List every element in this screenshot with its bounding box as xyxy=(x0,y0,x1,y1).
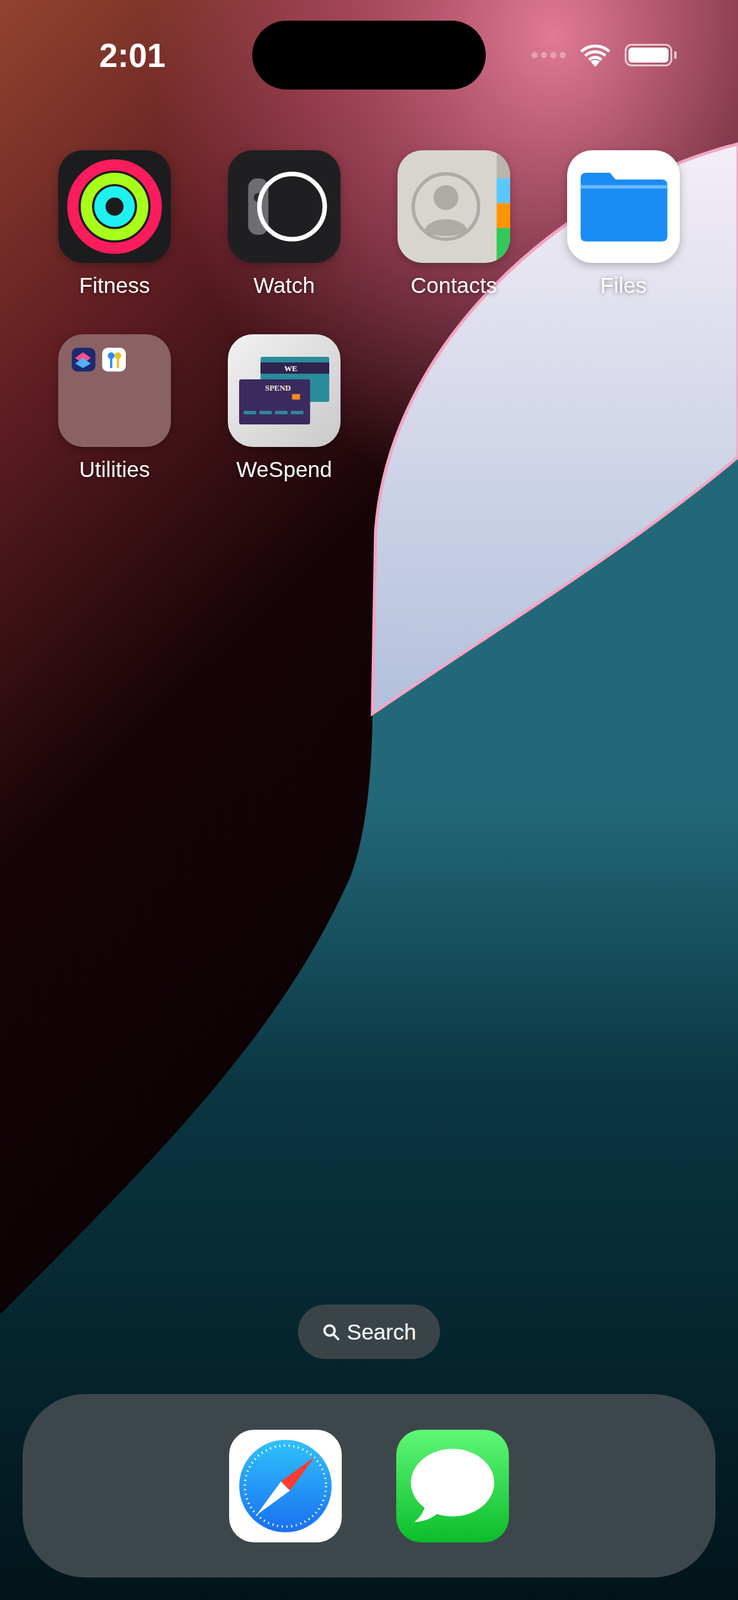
wespend-icon: WE SPEND xyxy=(227,334,341,447)
dock-app[interactable] xyxy=(229,1429,342,1543)
search-button[interactable]: Search xyxy=(297,1304,441,1359)
messages-icon xyxy=(396,1429,509,1543)
watch-icon xyxy=(227,150,341,263)
svg-text:WE: WE xyxy=(284,364,298,374)
magnifier-icon xyxy=(321,1322,341,1342)
dock xyxy=(22,1394,716,1578)
contacts-icon xyxy=(397,150,511,263)
app-label: Fitness xyxy=(79,271,151,300)
search-label: Search xyxy=(346,1320,417,1343)
app-label: Files xyxy=(600,271,647,300)
app-icon[interactable]: Watch xyxy=(227,150,341,300)
app-icon[interactable]: Utilities xyxy=(58,334,171,484)
battery-icon xyxy=(624,43,677,67)
dock-app[interactable] xyxy=(396,1429,509,1543)
files-icon xyxy=(567,150,680,263)
fitness-icon xyxy=(58,150,171,263)
dynamic-island xyxy=(252,20,486,90)
safari-icon xyxy=(229,1429,342,1543)
app-icon[interactable]: Contacts xyxy=(397,150,511,300)
app-label: Watch xyxy=(253,271,315,300)
status-time: 2:01 xyxy=(98,38,166,72)
app-grid: Fitness Watch Contacts Files Utilities WE SPEN… xyxy=(0,150,738,484)
svg-text:SPEND: SPEND xyxy=(264,383,291,393)
app-icon[interactable]: WE SPEND WeSpend xyxy=(227,334,341,484)
app-icon[interactable]: Files xyxy=(567,150,680,300)
utilities-folder-icon xyxy=(58,334,171,447)
wifi-icon xyxy=(579,43,611,67)
status-bar: 2:01 xyxy=(0,20,738,90)
app-label: WeSpend xyxy=(235,455,332,484)
app-label: Contacts xyxy=(410,271,498,300)
app-icon[interactable]: Fitness xyxy=(58,150,171,300)
home-screen: 2:01 Fitness Watch Contacts Files Utilities WE… xyxy=(0,0,738,1600)
cellular-signal-icon xyxy=(531,51,566,59)
app-label: Utilities xyxy=(79,455,151,484)
